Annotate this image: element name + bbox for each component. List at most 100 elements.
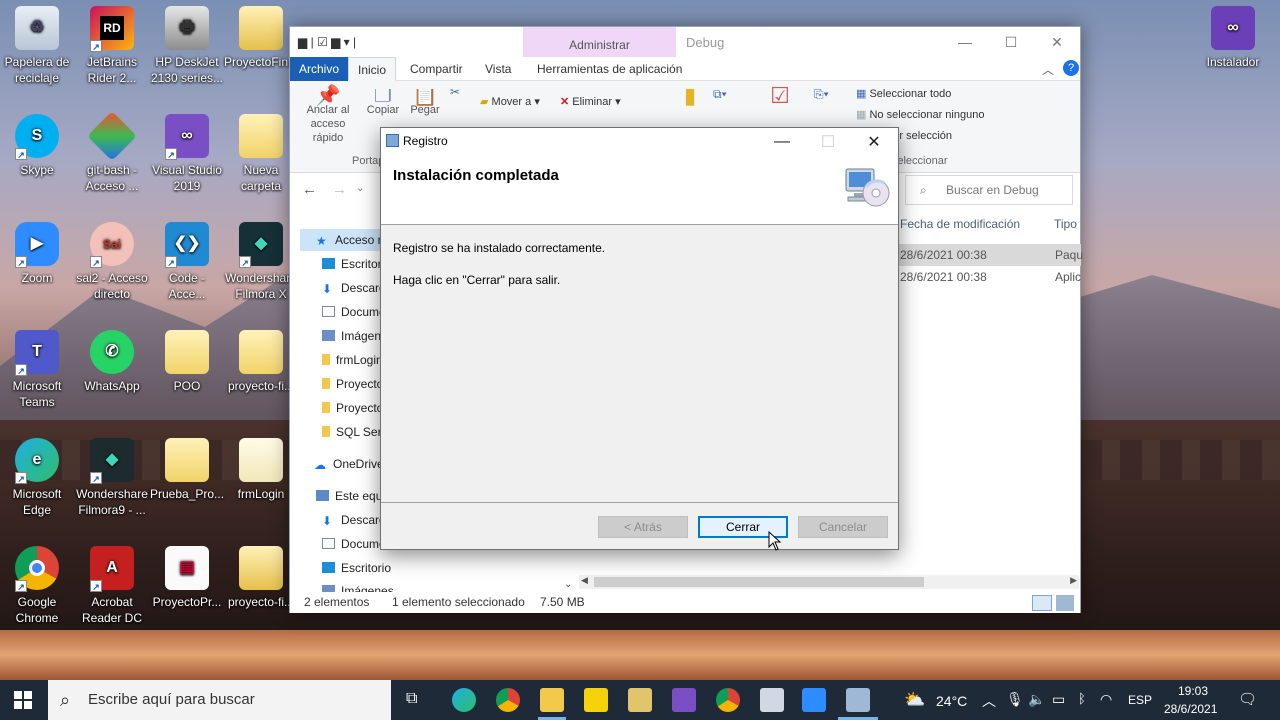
snipping-tool-taskbar-icon[interactable] xyxy=(760,688,784,712)
desktop-icon-proyecto-fi-2[interactable]: proyecto-fi... xyxy=(224,546,298,610)
clock-time[interactable]: 19:03 xyxy=(1178,684,1208,698)
select-all-button[interactable]: ▦ Seleccionar todo xyxy=(856,87,951,101)
desktop-icon-proyectopr[interactable]: ▤ ProyectoPr... xyxy=(150,546,224,610)
desktop-icon-label: proyecto-fi... xyxy=(227,379,295,393)
taskbar-search-input[interactable]: ⌕ Escribe aquí para buscar xyxy=(48,680,391,720)
back-arrow-icon[interactable]: ← xyxy=(302,181,317,198)
horizontal-scrollbar[interactable]: ◀ ▶ xyxy=(579,575,1079,589)
installer-app-icon xyxy=(386,134,399,147)
open-icon[interactable]: ⎘▾ xyxy=(814,87,829,102)
scroll-thumb[interactable] xyxy=(594,577,924,587)
desktop-icon-recycle-bin[interactable]: ♻ Papelera de reciclaje xyxy=(0,6,74,86)
desktop-icon-printer[interactable]: 🖶 HP DeskJet 2130 series... xyxy=(150,6,224,86)
delete-button[interactable]: ✕ Eliminar ▾ xyxy=(560,95,621,109)
forward-arrow-icon[interactable]: → xyxy=(332,181,347,198)
edge-taskbar-icon[interactable] xyxy=(452,688,476,712)
notepad-taskbar-icon[interactable] xyxy=(628,688,652,712)
close-button[interactable]: ✕ xyxy=(1034,27,1080,57)
desktop-icon-whatsapp[interactable]: ✆ WhatsApp xyxy=(75,330,149,394)
recent-dropdown-icon[interactable]: ⌄ xyxy=(356,183,364,194)
desktop-icon-proyecto-fi-1[interactable]: proyecto-fi... xyxy=(224,330,298,394)
paste-button[interactable]: 📋 Pegar xyxy=(408,89,442,117)
tree-item-pc-desktop[interactable]: Escritorio xyxy=(322,561,391,575)
sai2-icon: Sai ↗ xyxy=(90,222,134,268)
desktop-icon-instalador[interactable]: ∞ Instalador xyxy=(1196,6,1270,70)
move-to-button[interactable]: ▰ Mover a ▾ xyxy=(480,95,540,109)
battery-icon[interactable]: ▭ xyxy=(1052,691,1065,708)
scroll-down-icon[interactable]: ⌄ xyxy=(564,579,572,590)
collapse-ribbon-icon[interactable]: ︿ xyxy=(1042,61,1054,78)
tab-inicio[interactable]: Inicio xyxy=(348,57,397,81)
visual-studio-taskbar-icon[interactable] xyxy=(672,688,696,712)
tree-item-onedrive[interactable]: ☁ OneDrive xyxy=(314,457,384,472)
cut-icon[interactable]: ✂ xyxy=(450,85,460,99)
quick-access-toolbar[interactable]: ▆ | ☑ ▆ ▾ | xyxy=(298,35,356,49)
desktop-icon-sai2[interactable]: Sai ↗ sai2 - Acceso directo xyxy=(75,222,149,302)
properties-button[interactable]: ☑ xyxy=(760,85,800,107)
context-tab-administrar[interactable]: Administrar xyxy=(523,27,676,57)
file-explorer-taskbar-icon[interactable] xyxy=(540,688,564,712)
desktop-icon-git-bash[interactable]: git-bash - Acceso ... xyxy=(75,111,149,194)
show-hidden-icons[interactable]: ︿ xyxy=(982,691,996,711)
tree-item-pc-pictures[interactable]: Imágenes xyxy=(322,584,394,592)
desktop-icon-edge[interactable]: e ↗ Microsoft Edge xyxy=(0,438,74,518)
desktop-icon-poo[interactable]: POO xyxy=(150,330,224,394)
desktop-icon-vscode[interactable]: ❮❯ ↗ Code - Acce... xyxy=(150,222,224,302)
filmora-icon: ◆ ↗ xyxy=(90,438,134,484)
sticky-notes-taskbar-icon[interactable] xyxy=(584,688,608,712)
desktop-icon-filmora-x[interactable]: ◆ ↗ Wondershare Filmora X xyxy=(224,222,298,302)
column-type[interactable]: Tipo xyxy=(1054,217,1077,231)
desktop-icon-chrome[interactable]: ↗ Google Chrome xyxy=(0,546,74,626)
wifi-icon[interactable]: ◠ xyxy=(1100,691,1112,708)
maximize-button[interactable]: ☐ xyxy=(988,27,1034,57)
search-input[interactable]: ⌕ Buscar en Debug xyxy=(905,175,1073,205)
chrome-taskbar-icon[interactable] xyxy=(496,688,520,712)
dialog-minimize-button[interactable]: — xyxy=(759,128,805,155)
start-button[interactable] xyxy=(14,691,32,709)
language-indicator[interactable]: ESP xyxy=(1128,693,1152,707)
tab-compartir[interactable]: Compartir xyxy=(401,57,472,81)
tree-item-frmlogin[interactable]: frmLogin xyxy=(322,353,383,367)
desktop-icon-visual-studio[interactable]: ∞ ↗ Visual Studio 2019 xyxy=(150,114,224,194)
desktop-icon-skype[interactable]: S ↗ Skype xyxy=(0,114,74,178)
desktop-icon-proyectofin[interactable]: ProyectoFin... xyxy=(224,6,298,70)
pin-button[interactable]: 📌 Anclar al acceso rápido xyxy=(296,86,360,145)
column-modified[interactable]: Fecha de modificación xyxy=(900,217,1020,231)
dialog-close-button[interactable]: ✕ xyxy=(851,128,897,155)
volume-icon[interactable]: 🔈 xyxy=(1028,691,1045,708)
desktop-icon-nueva-carpeta[interactable]: Nueva carpeta xyxy=(224,114,298,194)
desktop-icon-filmora9[interactable]: ◆ ↗ Wondershare Filmora9 - ... xyxy=(75,438,149,518)
desktop-icon-rider[interactable]: RD ↗ JetBrains Rider 2... xyxy=(75,6,149,86)
large-icons-view-icon[interactable] xyxy=(1056,595,1074,611)
new-item-icon[interactable]: ⧉▾ xyxy=(713,87,727,102)
file-row[interactable]: 28/6/2021 00:38 Paqu xyxy=(880,244,1083,266)
bluetooth-icon[interactable]: ᛒ xyxy=(1078,691,1086,706)
notifications-icon[interactable]: 🗨 xyxy=(1238,690,1257,708)
minimize-button[interactable]: — xyxy=(942,27,988,57)
desktop-icon-teams[interactable]: T ↗ Microsoft Teams xyxy=(0,330,74,410)
clock-date[interactable]: 28/6/2021 xyxy=(1164,702,1217,716)
tab-archivo[interactable]: Archivo xyxy=(290,57,349,81)
help-icon[interactable]: ? xyxy=(1063,60,1079,76)
select-none-button[interactable]: ▦ No seleccionar ninguno xyxy=(856,108,984,122)
desktop-icon-label: Nueva carpeta xyxy=(240,163,282,193)
chrome-profile-taskbar-icon[interactable] xyxy=(716,688,740,712)
tab-vista[interactable]: Vista xyxy=(476,57,520,81)
task-view-icon[interactable]: ⧉ xyxy=(406,690,417,708)
camera-taskbar-icon[interactable] xyxy=(802,688,826,712)
scroll-left-icon[interactable]: ◀ xyxy=(581,575,588,586)
desktop-icon-acrobat[interactable]: A ↗ Acrobat Reader DC xyxy=(75,546,149,626)
installer-taskbar-icon[interactable] xyxy=(846,688,870,712)
scroll-right-icon[interactable]: ▶ xyxy=(1070,575,1077,586)
temperature[interactable]: 24°C xyxy=(936,693,967,709)
copy-button[interactable]: ❐ Copiar xyxy=(366,89,400,117)
desktop-icon-zoom[interactable]: ▶ ↗ Zoom xyxy=(0,222,74,286)
tab-herramientas[interactable]: Herramientas de aplicación xyxy=(528,57,691,81)
new-folder-button[interactable]: ▮ xyxy=(675,85,705,107)
details-view-icon[interactable] xyxy=(1032,595,1052,611)
desktop-icon-prueba[interactable]: Prueba_Pro... xyxy=(150,438,224,502)
microphone-icon[interactable]: 🎙 xyxy=(1006,691,1024,708)
weather-icon[interactable]: ⛅ xyxy=(904,690,925,710)
file-row[interactable]: 28/6/2021 00:38 Aplic xyxy=(880,266,1081,288)
desktop-icon-frmlogin[interactable]: frmLogin xyxy=(224,438,298,502)
